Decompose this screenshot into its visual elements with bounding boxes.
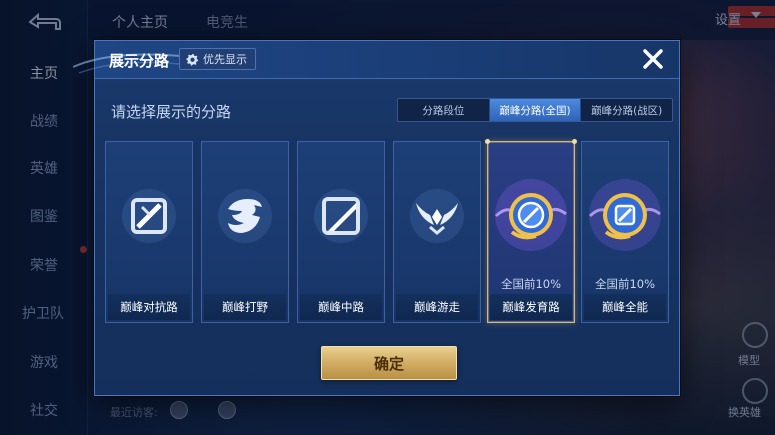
jungle-icon bbox=[215, 186, 275, 246]
segment-lane-rank[interactable]: 分路段位 bbox=[398, 99, 490, 121]
lane-card-label: 巅峰发育路 bbox=[490, 294, 572, 320]
priority-display-button[interactable]: 优先显示 bbox=[179, 48, 256, 70]
all-round-icon bbox=[586, 176, 664, 254]
clash-lane-icon bbox=[119, 186, 179, 246]
lane-card-mid[interactable]: 巅峰中路 bbox=[297, 141, 385, 323]
roam-icon bbox=[407, 186, 467, 246]
confirm-button[interactable]: 确定 bbox=[321, 346, 457, 380]
lane-source-segmented-control: 分路段位 巅峰分路(全国) 巅峰分路(战区) bbox=[397, 98, 673, 122]
corner-sparkle-icon bbox=[572, 139, 577, 144]
select-lane-prompt: 请选择展示的分路 bbox=[111, 103, 232, 121]
lane-card-label: 巅峰游走 bbox=[396, 294, 478, 320]
lane-card-all-round[interactable]: 全国前10% 巅峰全能 bbox=[581, 141, 669, 323]
segment-peak-national[interactable]: 巅峰分路(全国) bbox=[489, 99, 582, 121]
segment-peak-region[interactable]: 巅峰分路(战区) bbox=[581, 99, 672, 121]
lane-card-clash[interactable]: 巅峰对抗路 bbox=[105, 141, 193, 323]
modal-title: 展示分路 bbox=[109, 52, 170, 70]
modal-header: 展示分路 优先显示 bbox=[73, 41, 679, 79]
corner-sparkle-icon bbox=[485, 139, 490, 144]
lane-card-label: 巅峰中路 bbox=[300, 294, 382, 320]
close-icon bbox=[643, 49, 663, 69]
lane-rank-text: 全国前10% bbox=[500, 277, 562, 291]
lane-card-label: 巅峰打野 bbox=[204, 294, 286, 320]
lane-card-roam[interactable]: 巅峰游走 bbox=[393, 141, 481, 323]
lane-card-label: 巅峰全能 bbox=[584, 294, 666, 320]
mid-lane-icon bbox=[311, 186, 371, 246]
farm-lane-icon bbox=[492, 176, 570, 254]
lane-card-jungle[interactable]: 巅峰打野 bbox=[201, 141, 289, 323]
gear-icon bbox=[186, 53, 199, 66]
lane-rank-text: 全国前10% bbox=[594, 277, 656, 291]
lane-card-label: 巅峰对抗路 bbox=[108, 294, 190, 320]
lane-card-list: 巅峰对抗路 巅峰打野 巅峰中路 巅峰游走 全国前10% 巅峰发育路 全国前10%… bbox=[105, 139, 671, 323]
priority-display-label: 优先显示 bbox=[203, 53, 247, 66]
close-button[interactable] bbox=[639, 45, 667, 73]
lane-card-farm[interactable]: 全国前10% 巅峰发育路 bbox=[485, 139, 577, 323]
lane-display-modal: 展示分路 优先显示 请选择展示的分路 分路段位 巅峰分路(全国) 巅峰分路(战区… bbox=[73, 40, 680, 396]
